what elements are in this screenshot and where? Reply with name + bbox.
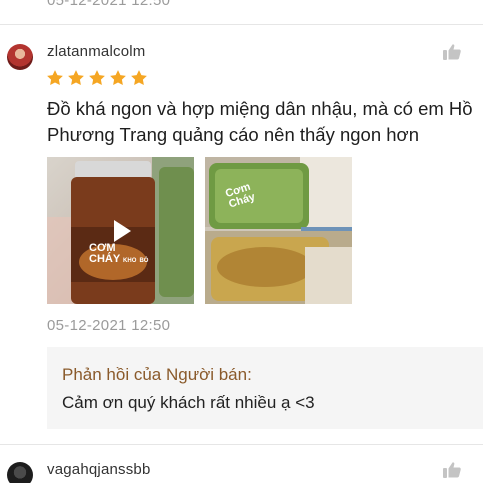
jar-label-line: KHO: [123, 258, 137, 264]
star-icon: [89, 70, 105, 86]
thumbs-up-icon[interactable]: [442, 461, 462, 479]
product-jars-photo: [205, 157, 352, 304]
review-date: 05-12-2021 12:50: [47, 317, 171, 334]
previous-review-date: 05-12-2021 12:50: [47, 0, 171, 9]
review-divider: [0, 24, 483, 25]
video-jar-label: CƠM CHÁY KHO BÒ: [89, 243, 149, 267]
star-rating: [46, 69, 148, 87]
avatar[interactable]: [7, 44, 33, 70]
star-icon: [68, 70, 84, 86]
review-image-thumbnail[interactable]: Cơm Cháy: [205, 157, 352, 304]
review-divider: [0, 444, 483, 445]
seller-reply-text: Cảm ơn quý khách rất nhiều ạ <3: [62, 393, 315, 412]
review-username: vagahqjanssbb: [47, 461, 151, 478]
avatar[interactable]: [7, 462, 33, 483]
star-icon: [131, 70, 147, 86]
play-icon[interactable]: [112, 219, 132, 243]
seller-reply: Phản hồi của Người bán: Cảm ơn quý khách…: [47, 347, 483, 429]
jar-label-line: CHÁY: [89, 253, 120, 265]
jar-label-line: BÒ: [139, 258, 149, 264]
review-username: zlatanmalcolm: [47, 43, 146, 60]
thumbs-up-icon[interactable]: [442, 43, 462, 61]
star-icon: [110, 70, 126, 86]
seller-reply-title: Phản hồi của Người bán:: [62, 365, 252, 384]
review-comment: Đồ khá ngon và hợp miệng dân nhậu, mà có…: [47, 98, 473, 145]
star-icon: [47, 70, 63, 86]
